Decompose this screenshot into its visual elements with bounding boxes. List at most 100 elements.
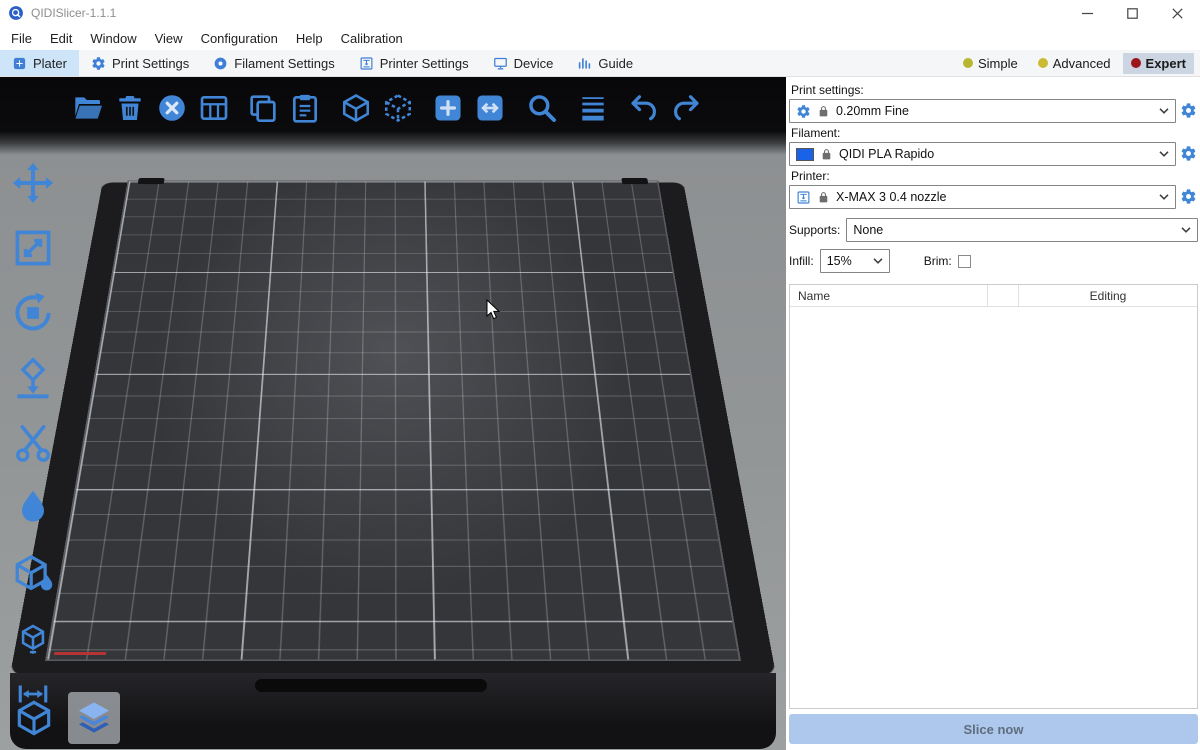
split-to-parts-button[interactable]	[381, 91, 415, 125]
advanced-mode-dot-icon	[1038, 58, 1048, 68]
open-button[interactable]	[71, 91, 105, 125]
split-to-objects-button[interactable]	[339, 91, 373, 125]
cube-paint-icon	[11, 551, 55, 595]
brim-label: Brim:	[924, 254, 952, 268]
maximize-button[interactable]	[1110, 0, 1155, 26]
print-settings-label: Print settings:	[791, 83, 1196, 97]
mode-advanced[interactable]: Advanced	[1030, 53, 1119, 74]
settings-sidebar: Print settings: 0.20mm Fine Filament: QI…	[786, 77, 1200, 750]
rotate-icon	[11, 291, 55, 335]
tab-print-settings[interactable]: Print Settings	[79, 50, 201, 76]
column-editing: Editing	[1019, 289, 1197, 303]
printer-value: X-MAX 3 0.4 nozzle	[836, 190, 946, 204]
undo-button[interactable]	[627, 91, 661, 125]
expert-mode-dot-icon	[1131, 58, 1141, 68]
place-on-face-tool[interactable]	[10, 356, 56, 400]
paint-tool[interactable]	[10, 486, 56, 530]
menu-file[interactable]: File	[2, 31, 41, 46]
slice-now-button[interactable]: Slice now	[789, 714, 1198, 744]
chevron-down-icon	[1159, 194, 1169, 200]
gear-icon	[91, 56, 106, 71]
plate-clip	[138, 178, 165, 184]
lock-icon	[817, 105, 830, 118]
menu-edit[interactable]: Edit	[41, 31, 81, 46]
lock-icon	[817, 191, 830, 204]
tab-plater[interactable]: Plater	[0, 50, 79, 76]
preview-button[interactable]	[68, 692, 120, 744]
assembly-tool[interactable]	[10, 622, 56, 656]
tab-label: Plater	[33, 56, 67, 71]
brim-checkbox[interactable]	[958, 255, 971, 268]
move-tool[interactable]	[10, 161, 56, 205]
arrange-icon	[198, 92, 230, 124]
redo-button[interactable]	[669, 91, 703, 125]
chevron-down-icon	[1181, 227, 1191, 233]
cut-tool[interactable]	[10, 421, 56, 465]
delete-button[interactable]	[113, 91, 147, 125]
rotate-tool[interactable]	[10, 291, 56, 335]
infill-combo[interactable]: 15%	[820, 249, 890, 273]
supports-value: None	[853, 223, 883, 237]
mode-label: Simple	[978, 56, 1018, 71]
paint-droplet-icon	[11, 486, 55, 530]
trash-icon	[114, 92, 146, 124]
tab-guide[interactable]: Guide	[565, 50, 645, 76]
variable-layer-height-button[interactable]	[576, 91, 610, 125]
menu-calibration[interactable]: Calibration	[332, 31, 412, 46]
3d-editor-view-button[interactable]	[8, 692, 60, 744]
menu-bar: File Edit Window View Configuration Help…	[0, 26, 1200, 50]
menu-window[interactable]: Window	[81, 31, 145, 46]
tab-filament-settings[interactable]: Filament Settings	[201, 50, 346, 76]
filament-combo[interactable]: QIDI PLA Rapido	[789, 142, 1176, 166]
cube-wireframe-icon	[14, 698, 54, 738]
search-icon	[526, 92, 558, 124]
delete-all-button[interactable]	[155, 91, 189, 125]
tab-bar: Plater Print Settings Filament Settings …	[0, 50, 1200, 77]
view-toolbar	[8, 692, 120, 744]
add-instance-button[interactable]	[431, 91, 465, 125]
mode-simple[interactable]: Simple	[955, 53, 1026, 74]
edit-filament-button[interactable]	[1180, 145, 1198, 163]
minimize-button[interactable]	[1065, 0, 1110, 26]
mode-expert[interactable]: Expert	[1123, 53, 1194, 74]
edit-print-settings-button[interactable]	[1180, 102, 1198, 120]
window-controls	[1065, 0, 1200, 26]
menu-help[interactable]: Help	[287, 31, 332, 46]
paste-button[interactable]	[288, 91, 322, 125]
gear-icon	[796, 104, 811, 119]
tab-device[interactable]: Device	[481, 50, 566, 76]
edit-printer-button[interactable]	[1180, 188, 1198, 206]
infill-value: 15%	[827, 254, 852, 268]
title-bar: QIDISlicer-1.1.1	[0, 0, 1200, 26]
printer-combo[interactable]: X-MAX 3 0.4 nozzle	[789, 185, 1176, 209]
menu-configuration[interactable]: Configuration	[192, 31, 287, 46]
cube-dashed-icon	[382, 92, 414, 124]
gizmo-toolbar	[10, 161, 56, 711]
object-list[interactable]	[790, 307, 1197, 708]
multimaterial-paint-tool[interactable]	[10, 551, 56, 595]
minimize-icon	[1082, 8, 1093, 19]
tab-label: Printer Settings	[380, 56, 469, 71]
viewport-canvas[interactable]	[0, 77, 786, 750]
maximize-icon	[1127, 8, 1138, 19]
tab-label: Print Settings	[112, 56, 189, 71]
column-name: Name	[790, 289, 987, 303]
object-table: Name Editing	[789, 284, 1198, 709]
tab-label: Guide	[598, 56, 633, 71]
filament-color-swatch	[796, 148, 814, 161]
search-button[interactable]	[525, 91, 559, 125]
copy-button[interactable]	[246, 91, 280, 125]
undo-icon	[628, 92, 660, 124]
arrange-button[interactable]	[197, 91, 231, 125]
close-button[interactable]	[1155, 0, 1200, 26]
scale-tool[interactable]	[10, 226, 56, 270]
fill-bed-button[interactable]	[473, 91, 507, 125]
print-settings-combo[interactable]: 0.20mm Fine	[789, 99, 1176, 123]
simple-mode-dot-icon	[963, 58, 973, 68]
menu-view[interactable]: View	[146, 31, 192, 46]
tab-printer-settings[interactable]: Printer Settings	[347, 50, 481, 76]
add-instance-icon	[432, 92, 464, 124]
supports-combo[interactable]: None	[846, 218, 1198, 242]
printer-icon	[796, 190, 811, 205]
supports-label: Supports:	[789, 223, 840, 237]
